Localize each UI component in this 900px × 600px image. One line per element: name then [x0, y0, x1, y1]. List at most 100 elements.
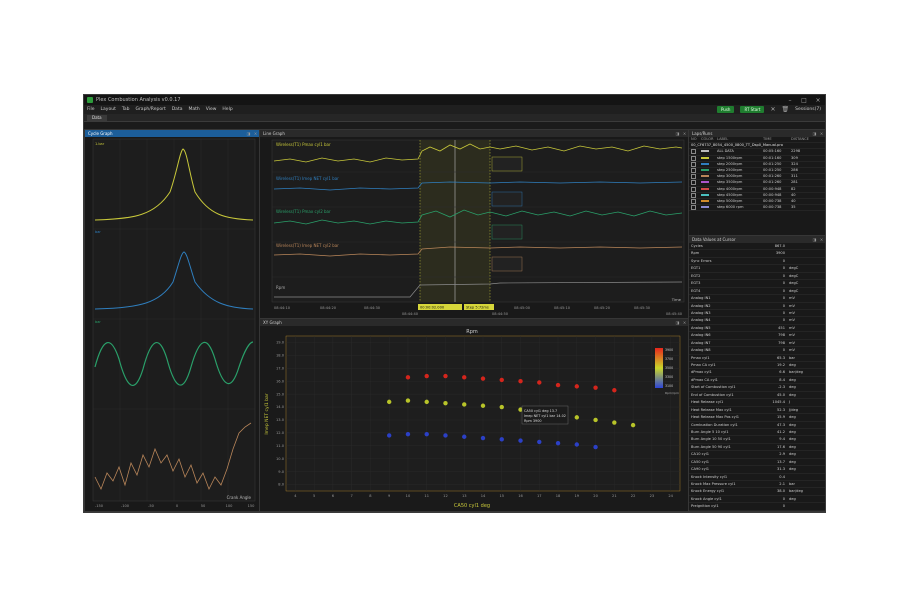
menu-file[interactable]: File — [87, 107, 95, 112]
xy-legend-value: 3900 — [665, 348, 673, 352]
pin-icon[interactable]: ◨ — [674, 130, 681, 137]
xy-point — [574, 442, 580, 447]
data-value-number: 8.4 — [779, 377, 785, 382]
menu-help[interactable]: Help — [222, 107, 232, 112]
xy-point — [537, 380, 542, 385]
data-value-unit: deg — [789, 392, 796, 397]
data-value-name: Burn Angle 5 10 cyl1 — [691, 429, 729, 434]
laps-row-checkbox[interactable] — [691, 205, 701, 211]
xy-y-tick: 8.0 — [278, 483, 284, 487]
cycle-graph-header: Cycle Graph ◨ × — [85, 130, 259, 137]
xy-point — [405, 398, 411, 403]
data-value-name: CA90 cyl1 — [691, 467, 710, 472]
data-value-row: Knock Energy cyl1 38.0 bar/deg — [689, 488, 825, 496]
xy-scatter-plot[interactable]: Rpm CA50 cyl1 deg Imep NET cyl1 bar 4567… — [260, 326, 688, 510]
data-value-row: Cycles 867.0 — [689, 243, 825, 251]
menu-graph-report[interactable]: Graph/Report — [135, 107, 165, 112]
pin-icon[interactable]: ◨ — [245, 130, 252, 137]
data-value-unit: mV — [789, 310, 795, 315]
data-value-name: Pmax cyl1 — [691, 355, 710, 360]
data-value-unit: deg — [789, 496, 796, 501]
data-value-number: -2.3 — [777, 385, 785, 390]
xy-y-tick: 10.0 — [276, 457, 285, 461]
data-value-unit: J/deg — [789, 407, 799, 412]
xy-y-axis-label: Imep NET cyl1 bar — [264, 393, 270, 434]
laps-row-checkbox[interactable] — [691, 161, 701, 167]
data-value-unit: mV — [789, 340, 795, 345]
menu-tab[interactable]: Tab — [122, 107, 130, 112]
xy-x-tick: 19 — [575, 494, 580, 498]
minimize-icon[interactable]: – — [783, 97, 797, 104]
close-icon[interactable]: × — [681, 130, 688, 137]
data-value-unit — [787, 243, 825, 249]
line-axis-x-label: Time — [671, 297, 682, 302]
xy-point — [424, 373, 429, 379]
rt-start-button[interactable]: RT Start — [740, 106, 765, 113]
menu-data[interactable]: Data — [172, 107, 183, 112]
xy-point — [405, 431, 411, 437]
menu-math[interactable]: Math — [188, 107, 199, 112]
cycle-graph-plot[interactable]: 1.bar bar bar Crank Angle -150 -100 -50 … — [85, 137, 259, 510]
xy-point — [555, 441, 561, 446]
data-value-number: 0 — [782, 273, 785, 278]
data-value-name: Burn Angle 10 50 cyl1 — [691, 437, 731, 442]
disconnect-icon[interactable]: ✕ — [770, 106, 775, 113]
laps-row-checkbox[interactable] — [691, 180, 701, 186]
line-trace-label-rpm: Rpm — [276, 285, 285, 290]
close-icon[interactable]: × — [681, 319, 688, 326]
laps-row-color-swatch — [701, 205, 717, 210]
data-value-number: 0 — [782, 496, 785, 501]
data-value-row: Analog IN5 451 mV — [689, 325, 825, 333]
data-value-number: 0 — [782, 266, 785, 271]
data-value-row: CA90 cyl1 31.3 deg — [689, 466, 825, 474]
data-value-name: Analog IN4 — [691, 318, 711, 323]
pin-icon[interactable]: ◨ — [811, 236, 818, 243]
data-value-name: Analog IN6 — [691, 333, 711, 338]
data-value-name: Analog IN3 — [691, 310, 711, 315]
cycle-trace-label-1: 1.bar — [95, 142, 105, 146]
tab-data[interactable]: Data — [87, 115, 107, 121]
line-graph-plot[interactable]: Wireless(T1) Pmax cyl1 bar Wireless(T1) … — [260, 137, 688, 317]
cycle-x-tick: -50 — [148, 504, 155, 508]
xy-x-tick: 23 — [650, 494, 655, 498]
close-icon[interactable]: × — [252, 130, 259, 137]
line-graph-header: Line Graph ◨ × — [260, 130, 688, 137]
line-x-tick: 08:45:00 — [514, 306, 531, 310]
laps-row-color-swatch — [701, 187, 717, 192]
close-icon[interactable]: × — [818, 236, 825, 243]
pin-icon[interactable]: ◨ — [674, 319, 681, 326]
laps-row-checkbox[interactable] — [691, 186, 701, 192]
data-value-row: Start of Combustion cyl1 -2.3 deg — [689, 384, 825, 392]
window-title: Plex Combustion Analysis v0.0.17 — [96, 97, 181, 103]
laps-row-checkbox[interactable] — [691, 192, 701, 198]
data-value-unit — [787, 503, 825, 509]
data-value-row: CA50 cyl1 13.7 deg — [689, 459, 825, 467]
sessions-label[interactable]: Sessions(7) — [795, 107, 821, 112]
data-value-unit: mV — [789, 325, 795, 330]
laps-row-checkbox[interactable] — [691, 149, 701, 155]
data-value-row: Analog IN4 0 mV — [689, 317, 825, 325]
xy-y-tick: 18.0 — [276, 354, 285, 358]
data-value-number: 0 — [782, 348, 785, 353]
data-value-name: EGT2 — [691, 273, 701, 278]
laps-row-checkbox[interactable] — [691, 174, 701, 180]
close-icon[interactable]: × — [818, 130, 825, 137]
laps-row-color-swatch — [701, 180, 717, 185]
menu-layout[interactable]: Layout — [101, 107, 116, 112]
laps-row-label: step 3000rpm — [717, 174, 743, 179]
line-x-tick: 08:44:30 — [364, 306, 381, 310]
menu-view[interactable]: View — [206, 107, 217, 112]
xy-point — [480, 435, 486, 441]
laps-row-checkbox[interactable] — [691, 167, 701, 173]
trash-icon[interactable]: 🗑 — [781, 106, 789, 113]
laps-row-checkbox[interactable] — [691, 155, 701, 161]
maximize-icon[interactable]: □ — [797, 97, 811, 104]
close-icon[interactable]: × — [811, 97, 825, 104]
push-button[interactable]: Push — [716, 106, 735, 113]
pin-icon[interactable]: ◨ — [811, 130, 818, 137]
laps-row-checkbox[interactable] — [691, 198, 701, 204]
laps-row[interactable]: step 6000 rpm 00:00:738 35 — [689, 205, 825, 212]
data-value-unit: J — [789, 400, 791, 405]
data-value-number: 2.9 — [779, 452, 785, 457]
data-value-row: Knock Max Pressure cyl1 2.1 bar — [689, 481, 825, 489]
